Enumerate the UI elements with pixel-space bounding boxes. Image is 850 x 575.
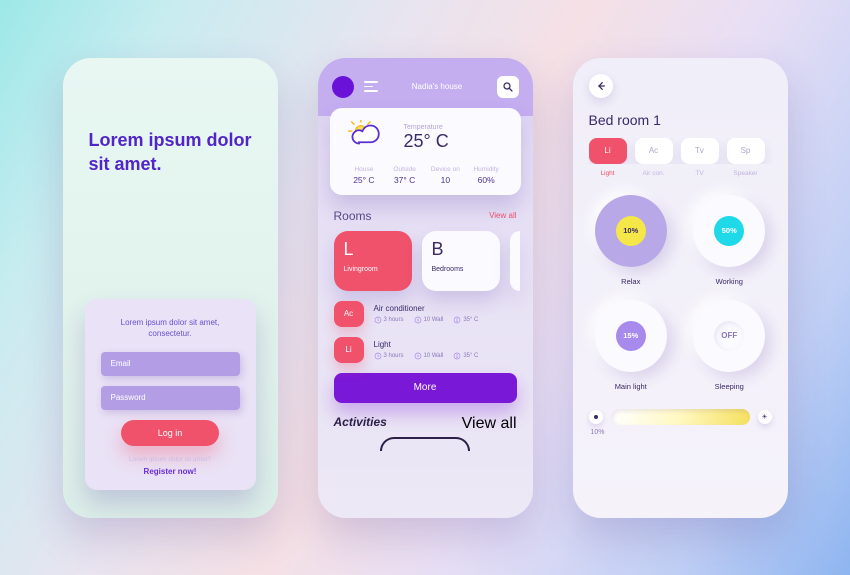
tab-label: Light bbox=[589, 170, 627, 177]
temp-value: 25° C bbox=[404, 131, 449, 152]
dial-value: OFF bbox=[714, 321, 744, 351]
room-detail-screen: Bed room 1 Li Ac Tv Sp Light Air con. TV… bbox=[573, 58, 788, 518]
bolt-icon bbox=[414, 352, 422, 360]
register-link[interactable]: Register now! bbox=[101, 467, 240, 476]
arrow-left-icon bbox=[596, 81, 606, 91]
device-stat: 10 Wall bbox=[414, 352, 444, 360]
stat-label: Device on bbox=[425, 166, 466, 173]
temp-icon bbox=[453, 316, 461, 324]
clock-icon bbox=[374, 316, 382, 324]
dial-label: Working bbox=[687, 277, 772, 286]
brightness-slider[interactable]: ☀ bbox=[589, 409, 772, 425]
stat-label: Humidity bbox=[466, 166, 507, 173]
device-tabs: Li Ac Tv Sp bbox=[589, 138, 772, 164]
slider-value: 10% bbox=[591, 429, 772, 436]
login-card: Lorem ipsum dolor sit amet, consectetur.… bbox=[85, 299, 256, 489]
device-name: Light bbox=[374, 340, 517, 349]
stat-value: 60% bbox=[466, 175, 507, 185]
menu-icon[interactable] bbox=[364, 81, 378, 92]
tab-aircon[interactable]: Ac bbox=[635, 138, 673, 164]
tab-label: Speaker bbox=[727, 170, 765, 177]
login-screen: Lorem ipsum dolor sit amet. Lorem ipsum … bbox=[63, 58, 278, 518]
login-button[interactable]: Log in bbox=[121, 420, 218, 446]
email-field[interactable]: Email bbox=[101, 352, 240, 376]
weather-stats-row: House 25° C Outside 37° C Device on 10 Humi… bbox=[344, 166, 507, 185]
room-title: Bed room 1 bbox=[589, 112, 772, 128]
dial-label: Sleeping bbox=[687, 382, 772, 391]
dial-value: 15% bbox=[616, 321, 646, 351]
dial-value: 50% bbox=[714, 216, 744, 246]
device-row[interactable]: Ac Air conditioner 3 hours 10 Wall 35° C bbox=[334, 301, 517, 327]
dial-value: 10% bbox=[616, 216, 646, 246]
activities-viewall-link[interactable]: View all bbox=[462, 415, 517, 433]
stat-label: Outside bbox=[384, 166, 425, 173]
bolt-icon bbox=[414, 316, 422, 324]
tab-labels: Light Air con. TV Speaker bbox=[589, 170, 772, 177]
room-tile-bedrooms[interactable]: B Bedrooms bbox=[422, 231, 500, 291]
rooms-viewall-link[interactable]: View all bbox=[489, 211, 516, 220]
device-list: Ac Air conditioner 3 hours 10 Wall 35° C… bbox=[318, 291, 533, 363]
room-name: Bedrooms bbox=[432, 266, 490, 273]
device-stat: 35° C bbox=[453, 316, 478, 324]
clock-icon bbox=[374, 352, 382, 360]
login-hint: Lorem ipsum dolor sit amet? bbox=[101, 456, 240, 463]
avatar[interactable] bbox=[332, 76, 354, 98]
device-chip: Li bbox=[334, 337, 364, 363]
home-screen: Nadia's house Temperature 25° C bbox=[318, 58, 533, 518]
back-button[interactable] bbox=[589, 74, 613, 98]
dials-grid: 10% Relax 50% Working 15% Main light OFF… bbox=[589, 195, 772, 391]
room-tile-livingroom[interactable]: L Livingroom bbox=[334, 231, 412, 291]
house-title: Nadia's house bbox=[388, 82, 487, 91]
search-icon bbox=[502, 81, 514, 93]
rooms-heading: Rooms bbox=[334, 209, 372, 223]
dial-sleeping[interactable]: OFF Sleeping bbox=[687, 300, 772, 391]
temp-icon bbox=[453, 352, 461, 360]
device-stat: 35° C bbox=[453, 352, 478, 360]
slider-track[interactable] bbox=[611, 409, 750, 425]
email-placeholder: Email bbox=[111, 359, 131, 368]
moon-icon bbox=[589, 410, 603, 424]
tab-label: TV bbox=[681, 170, 719, 177]
sun-icon: ☀ bbox=[758, 410, 772, 424]
weather-icon bbox=[344, 120, 390, 156]
temp-label: Temperature bbox=[404, 124, 449, 131]
device-stat: 3 hours bbox=[374, 352, 404, 360]
room-letter: L bbox=[344, 239, 402, 260]
weather-card: Temperature 25° C House 25° C Outside 37° … bbox=[330, 108, 521, 195]
dial-label: Relax bbox=[589, 277, 674, 286]
device-stat: 10 Wall bbox=[414, 316, 444, 324]
stat-value: 25° C bbox=[344, 175, 385, 185]
room-tile-peek[interactable] bbox=[510, 231, 520, 291]
activities-heading: Activities bbox=[334, 415, 387, 433]
dial-relax[interactable]: 10% Relax bbox=[589, 195, 674, 286]
search-button[interactable] bbox=[497, 76, 519, 98]
activity-card-peek bbox=[380, 437, 470, 451]
stat-label: House bbox=[344, 166, 385, 173]
more-button[interactable]: More bbox=[334, 373, 517, 403]
room-name: Livingroom bbox=[344, 266, 402, 273]
dial-mainlight[interactable]: 15% Main light bbox=[589, 300, 674, 391]
login-subtitle: Lorem ipsum dolor sit amet, consectetur. bbox=[101, 317, 240, 339]
headline: Lorem ipsum dolor sit amet. bbox=[89, 128, 252, 177]
stat-value: 10 bbox=[425, 175, 466, 185]
device-name: Air conditioner bbox=[374, 304, 517, 313]
topbar: Nadia's house bbox=[318, 58, 533, 116]
room-letter: B bbox=[432, 239, 490, 260]
tab-speaker[interactable]: Sp bbox=[727, 138, 765, 164]
stat-value: 37° C bbox=[384, 175, 425, 185]
password-placeholder: Password bbox=[111, 393, 146, 402]
rooms-list: L Livingroom B Bedrooms bbox=[318, 231, 533, 291]
device-row[interactable]: Li Light 3 hours 10 Wall 35° C bbox=[334, 337, 517, 363]
device-chip: Ac bbox=[334, 301, 364, 327]
tab-light[interactable]: Li bbox=[589, 138, 627, 164]
dial-label: Main light bbox=[589, 382, 674, 391]
tab-label: Air con. bbox=[635, 170, 673, 177]
tab-tv[interactable]: Tv bbox=[681, 138, 719, 164]
password-field[interactable]: Password bbox=[101, 386, 240, 410]
device-stat: 3 hours bbox=[374, 316, 404, 324]
dial-working[interactable]: 50% Working bbox=[687, 195, 772, 286]
